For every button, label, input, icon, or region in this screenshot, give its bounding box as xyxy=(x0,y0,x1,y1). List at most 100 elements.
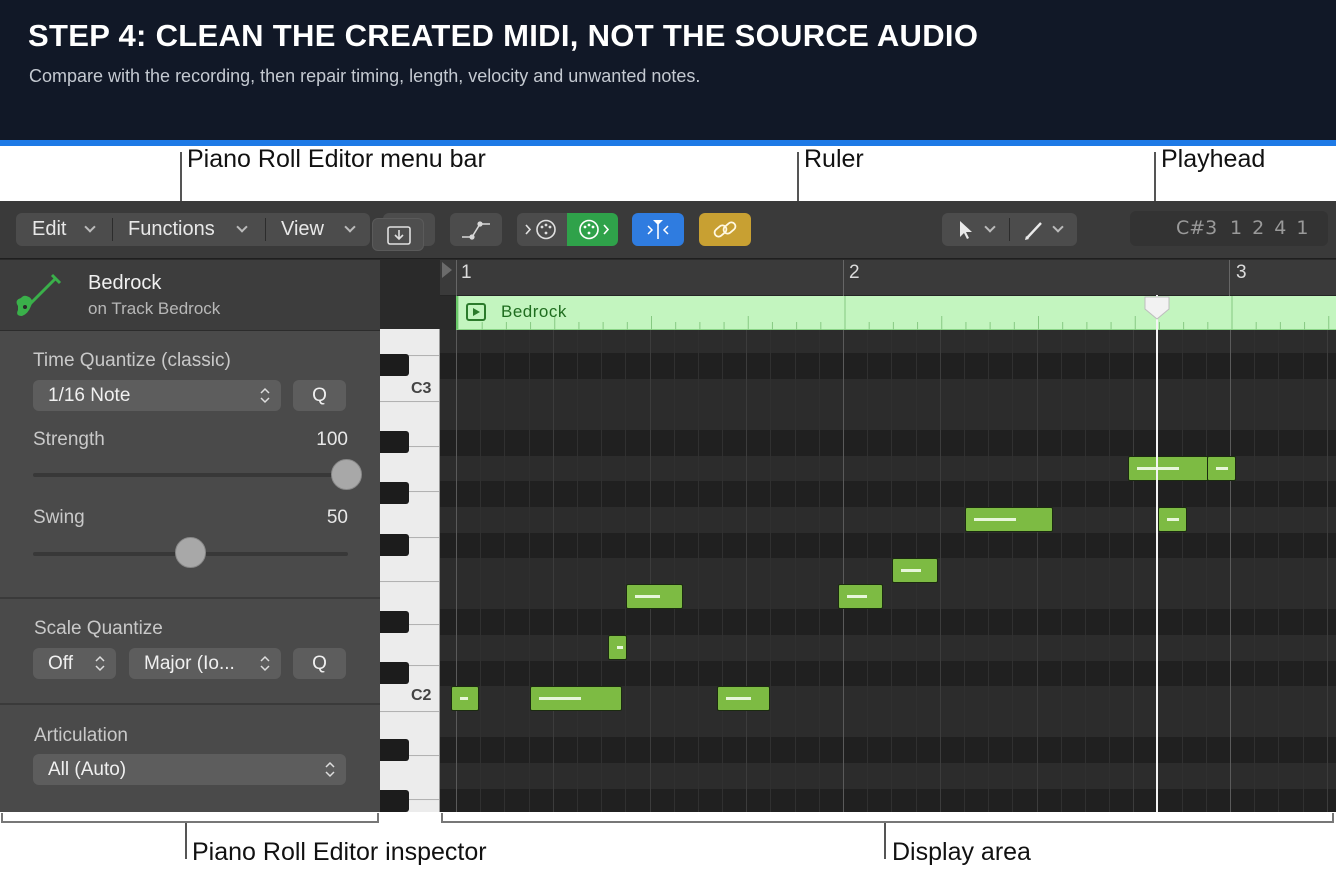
grid-line xyxy=(1278,330,1279,812)
note-velocity-line xyxy=(1216,467,1228,470)
note-velocity-line xyxy=(901,569,921,572)
midi-note[interactable] xyxy=(717,686,770,711)
strength-slider-track[interactable] xyxy=(33,473,348,477)
midi-note[interactable] xyxy=(608,635,627,660)
black-key[interactable] xyxy=(380,534,409,556)
bar-marker xyxy=(1229,260,1230,296)
grid-line xyxy=(601,330,602,812)
automation-button[interactable] xyxy=(450,213,502,246)
midi-note[interactable] xyxy=(965,507,1053,532)
grid-line xyxy=(1037,330,1038,812)
catch-playhead-button[interactable] xyxy=(632,213,684,246)
black-key[interactable] xyxy=(380,482,409,504)
scale-type-value: Major (Io... xyxy=(144,653,235,674)
pitch-lane xyxy=(440,379,1336,405)
time-quantize-q-button[interactable]: Q xyxy=(293,380,346,411)
pitch-lane xyxy=(440,481,1336,508)
articulation-popup[interactable]: All (Auto) xyxy=(33,754,346,785)
note-velocity-line xyxy=(847,595,867,598)
black-key[interactable] xyxy=(380,739,409,761)
grid-line xyxy=(504,330,505,812)
midi-out-icon xyxy=(579,219,610,240)
note-velocity-line xyxy=(1137,467,1179,470)
region-bar[interactable]: Bedrock xyxy=(456,296,1336,330)
region-name: Bedrock xyxy=(88,272,162,294)
black-key[interactable] xyxy=(380,662,409,684)
midi-in-icon xyxy=(525,219,556,240)
piano-roll-inspector: Bedrock on Track Bedrock Time Quantize (… xyxy=(0,260,380,812)
midi-note[interactable] xyxy=(626,584,683,609)
banner-subtitle: Compare with the recording, then repair … xyxy=(29,66,701,86)
note-velocity-line xyxy=(974,518,1016,521)
left-click-tool-menu[interactable] xyxy=(942,213,1009,246)
callout-playhead: Playhead xyxy=(1161,145,1266,173)
chevron-down-icon xyxy=(1052,221,1064,233)
scale-root-value: Off xyxy=(48,653,73,674)
link-button[interactable] xyxy=(699,213,751,246)
scale-root-popup[interactable]: Off xyxy=(33,648,116,679)
midi-note[interactable] xyxy=(892,558,938,583)
menu-segment: Edit Functions View xyxy=(16,213,370,246)
callout-inspector: Piano Roll Editor inspector xyxy=(192,838,487,866)
import-region-button[interactable] xyxy=(372,218,424,251)
ruler[interactable]: 1 2 3 xyxy=(440,260,1336,296)
grid-line xyxy=(674,330,675,812)
callout-display-leader xyxy=(884,823,886,859)
black-key[interactable] xyxy=(380,354,409,376)
view-menu[interactable]: View xyxy=(265,213,370,246)
midi-note[interactable] xyxy=(838,584,883,609)
midi-out-button[interactable] xyxy=(567,213,618,246)
black-key[interactable] xyxy=(380,431,409,453)
note-velocity-line xyxy=(617,646,623,649)
region-track-label: on Track Bedrock xyxy=(88,299,221,318)
callout-ruler: Ruler xyxy=(804,145,864,173)
note-velocity-line xyxy=(1167,518,1179,521)
bar-marker xyxy=(843,260,844,296)
piano-roll-menu-bar: Edit Functions View C#3 1 2 4 1 xyxy=(0,201,1336,259)
position-display: C#3 1 2 4 1 xyxy=(1130,211,1328,246)
region-play-icon xyxy=(466,303,486,321)
black-key[interactable] xyxy=(380,790,409,812)
swing-slider-knob[interactable] xyxy=(175,537,206,568)
grid-line xyxy=(1182,330,1183,812)
functions-menu-label: Functions xyxy=(128,218,215,240)
midi-note[interactable] xyxy=(530,686,622,711)
playhead[interactable] xyxy=(1156,295,1158,812)
chevron-down-icon xyxy=(236,221,248,233)
chevron-down-icon xyxy=(344,221,356,233)
key-label-c2: C2 xyxy=(411,687,432,704)
grid-line xyxy=(698,330,699,812)
pitch-lane xyxy=(440,660,1336,687)
display-area[interactable] xyxy=(440,330,1336,812)
white-key[interactable] xyxy=(380,329,439,356)
grid-line xyxy=(964,330,965,812)
note-velocity-line xyxy=(539,697,581,700)
scale-type-popup[interactable]: Major (Io... xyxy=(129,648,281,679)
grid-line xyxy=(722,330,723,812)
note-velocity-line xyxy=(460,697,468,700)
edit-menu[interactable]: Edit xyxy=(16,213,112,246)
pitch-lane xyxy=(440,430,1336,457)
black-key[interactable] xyxy=(380,611,409,633)
midi-note[interactable] xyxy=(451,686,479,711)
grid-line xyxy=(529,330,530,812)
section-separator xyxy=(0,703,380,705)
playhead-handle-icon[interactable] xyxy=(1144,296,1170,320)
command-click-tool-menu[interactable] xyxy=(1010,213,1077,246)
scale-quantize-q-button[interactable]: Q xyxy=(293,648,346,679)
pitch-lane xyxy=(440,583,1336,610)
functions-menu[interactable]: Functions xyxy=(112,213,265,246)
key-label-c3: C3 xyxy=(411,380,432,397)
midi-in-button[interactable] xyxy=(517,213,567,246)
midi-note[interactable] xyxy=(1158,507,1187,532)
midi-note[interactable] xyxy=(1207,456,1236,481)
piano-keyboard[interactable]: C3 C2 xyxy=(380,329,440,812)
chevron-down-icon xyxy=(84,221,96,233)
time-quantize-popup[interactable]: 1/16 Note xyxy=(33,380,281,411)
pitch-lane xyxy=(440,532,1336,559)
strength-slider-knob[interactable] xyxy=(330,459,362,490)
swing-value: 50 xyxy=(326,507,348,528)
grid-line xyxy=(1133,330,1134,812)
pitch-lane xyxy=(440,330,1336,354)
pitch-lane xyxy=(440,609,1336,636)
